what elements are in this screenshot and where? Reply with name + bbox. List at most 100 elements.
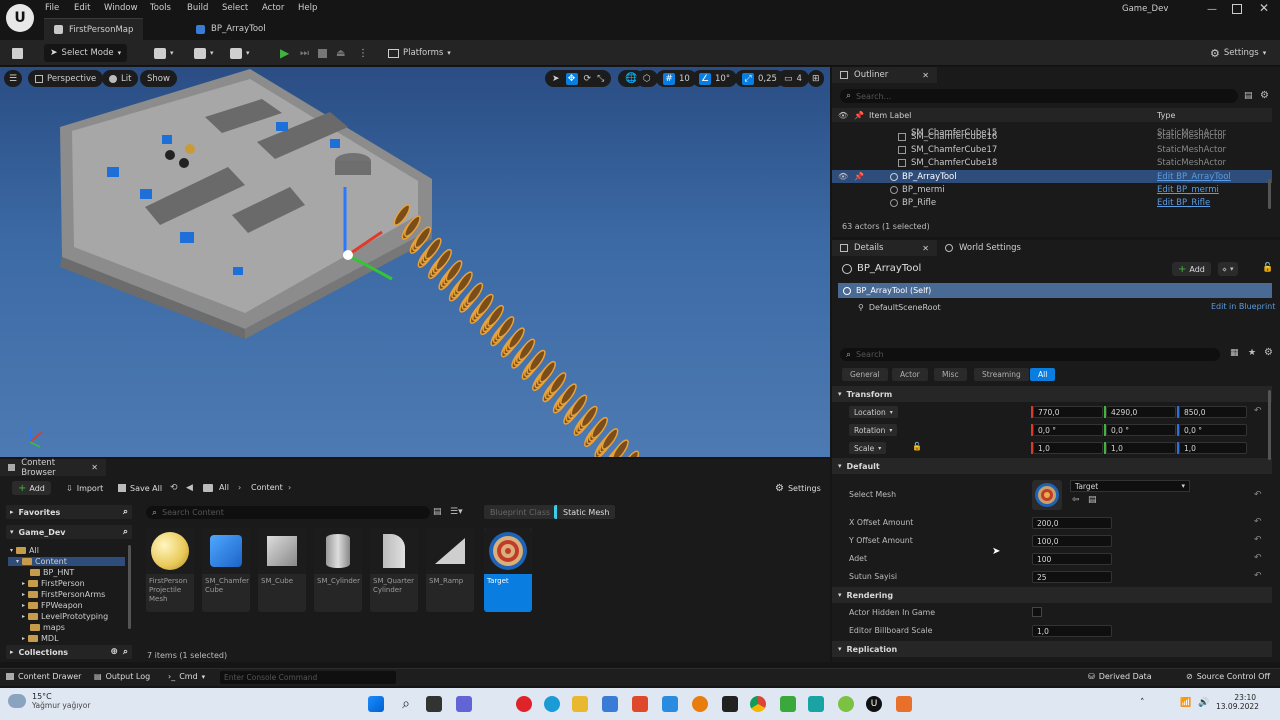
- gear-icon[interactable]: ⚙: [1260, 90, 1269, 101]
- search-icon[interactable]: ⌕: [123, 647, 128, 657]
- photos-icon[interactable]: [662, 696, 678, 712]
- tree-item-folder[interactable]: BP_HNT: [30, 568, 74, 577]
- search-icon[interactable]: ⌕: [123, 527, 128, 537]
- cb-settings-button[interactable]: ⚙ Settings: [775, 481, 821, 495]
- adet-field[interactable]: 100: [1032, 553, 1112, 565]
- menu-select[interactable]: Select: [222, 3, 248, 13]
- asset-tile[interactable]: SM_Quarter Cylinder: [370, 528, 418, 612]
- filter-actor[interactable]: Actor: [892, 368, 928, 381]
- menu-window[interactable]: Window: [104, 3, 138, 13]
- tree-item-folder[interactable]: ▸ FirstPerson: [22, 579, 85, 588]
- weather-widget[interactable]: 15°C Yağmur yağıyor: [8, 692, 90, 710]
- filter-icon[interactable]: ☰▾: [450, 507, 463, 517]
- location-z-field[interactable]: 850,0: [1179, 406, 1247, 418]
- row-type-link[interactable]: Edit BP_Rifle: [1157, 198, 1210, 208]
- filter-all[interactable]: All: [1030, 368, 1056, 381]
- content-drawer-button[interactable]: Content Drawer: [6, 672, 81, 681]
- move-tool-icon[interactable]: ✥: [565, 72, 578, 85]
- tree-item-folder[interactable]: ▸ LevelPrototyping: [22, 612, 108, 621]
- cmd-dropdown[interactable]: ›_ Cmd ▾: [168, 672, 205, 681]
- level-viewport[interactable]: ☰ Perspective Lit Show ➤ ✥ ⟳ ⤡ 🌐 ⬡ # 10 …: [0, 67, 830, 457]
- reset-arrow-icon[interactable]: ↶: [1254, 406, 1262, 416]
- reset-arrow-icon[interactable]: ↶: [1254, 571, 1262, 581]
- history-icon[interactable]: ⟲: [170, 483, 178, 493]
- office-icon[interactable]: [632, 696, 648, 712]
- tab-firstpersonmap[interactable]: FirstPersonMap: [44, 18, 144, 40]
- x-offset-field[interactable]: 200,0: [1032, 517, 1112, 529]
- location-dropdown[interactable]: Location ▾: [849, 406, 898, 418]
- folder-icon[interactable]: [203, 484, 213, 492]
- visibility-icon[interactable]: 👁: [838, 111, 848, 120]
- add-button[interactable]: + Add: [12, 481, 51, 495]
- breadcrumb-content[interactable]: Content: [251, 483, 283, 492]
- menu-help[interactable]: Help: [298, 3, 317, 13]
- menu-edit[interactable]: Edit: [74, 3, 90, 13]
- close-tab-icon[interactable]: ✕: [91, 463, 98, 472]
- lock-icon[interactable]: 🔓: [1262, 263, 1273, 273]
- outliner-row[interactable]: BP_mermi Edit BP_mermi: [832, 183, 1272, 196]
- mesh-select-dropdown[interactable]: Target ▾: [1070, 480, 1190, 492]
- app3-icon[interactable]: [896, 696, 912, 712]
- maya-icon[interactable]: [808, 696, 824, 712]
- section-default[interactable]: ▾ Default: [832, 458, 1272, 474]
- add-actor-button[interactable]: ▾: [148, 44, 180, 62]
- asset-tile[interactable]: SM_Cylinder: [314, 528, 362, 612]
- derived-data-button[interactable]: ⛁ Derived Data: [1088, 672, 1152, 681]
- content-browser-tab[interactable]: Content Browser ✕: [0, 458, 106, 478]
- chat-icon[interactable]: [456, 696, 472, 712]
- pin-icon[interactable]: 📌: [854, 111, 864, 120]
- tray-chevron-icon[interactable]: ˄: [1140, 698, 1145, 708]
- hidden-in-game-checkbox[interactable]: [1032, 607, 1042, 617]
- section-transform[interactable]: ▾ Transform: [832, 386, 1272, 402]
- grid-snap-button[interactable]: # 10: [656, 70, 697, 87]
- app2-icon[interactable]: [838, 696, 854, 712]
- task-view-icon[interactable]: [426, 696, 442, 712]
- scale-dropdown[interactable]: Scale ▾: [849, 442, 887, 454]
- table-view-icon[interactable]: ▦: [1230, 348, 1239, 358]
- menu-tools[interactable]: Tools: [150, 3, 171, 13]
- visibility-icon[interactable]: 👁: [838, 172, 848, 181]
- browse-icon[interactable]: ▤: [1088, 495, 1097, 505]
- reset-arrow-icon[interactable]: ↶: [1254, 517, 1262, 527]
- app-icon[interactable]: [722, 696, 738, 712]
- details-search[interactable]: ⌕ Search: [840, 348, 1220, 361]
- rotation-y-field[interactable]: 0,0 °: [1106, 424, 1176, 436]
- filter-chip-static-mesh[interactable]: Static Mesh: [554, 505, 616, 519]
- cinematics-button[interactable]: ▾: [224, 44, 256, 62]
- tree-item-folder[interactable]: ▸ MDL: [22, 634, 59, 643]
- pin-icon[interactable]: 📌: [854, 172, 864, 181]
- edge-icon[interactable]: [544, 696, 560, 712]
- add-collection-icon[interactable]: ⊕: [110, 647, 118, 657]
- favorites-header[interactable]: ▸ Favorites ⌕: [6, 505, 132, 519]
- source-control-button[interactable]: ⊘ Source Control Off: [1186, 672, 1270, 681]
- tree-item-content[interactable]: ▾ Content: [8, 557, 125, 566]
- clock[interactable]: 23:10 13.09.2022: [1216, 693, 1259, 711]
- asset-tile[interactable]: FirstPerson Projectile Mesh: [146, 528, 194, 612]
- show-button[interactable]: Show: [140, 70, 177, 87]
- add-component-button[interactable]: + Add: [1172, 262, 1211, 276]
- component-root-row[interactable]: ⚲ DefaultSceneRoot: [838, 300, 1272, 314]
- volume-icon[interactable]: 🔊: [1198, 698, 1209, 708]
- project-header[interactable]: ▾ Game_Dev ⌕: [6, 525, 132, 539]
- col-item-label[interactable]: Item Label: [869, 111, 911, 120]
- tree-item-all[interactable]: ▾ All: [10, 546, 39, 555]
- component-self-row[interactable]: BP_ArrayTool (Self): [838, 283, 1272, 298]
- tree-item-folder[interactable]: ▸ FPWeapon: [22, 601, 83, 610]
- settings-button[interactable]: ⚙ Settings ▾: [1204, 44, 1272, 62]
- filter-streaming[interactable]: Streaming: [974, 368, 1029, 381]
- content-search[interactable]: ⌕ Search Content: [146, 506, 430, 519]
- blueprints-button[interactable]: ▾: [188, 44, 220, 62]
- back-icon[interactable]: ◀: [186, 483, 193, 493]
- start-icon[interactable]: [368, 696, 384, 712]
- perspective-button[interactable]: Perspective: [28, 70, 104, 87]
- mesh-thumbnail[interactable]: [1032, 480, 1062, 510]
- filter-general[interactable]: General: [842, 368, 888, 381]
- select-mode-button[interactable]: ➤ Select Mode ▾: [44, 44, 128, 62]
- reset-arrow-icon[interactable]: ↶: [1254, 535, 1262, 545]
- outliner-tab[interactable]: Outliner ✕: [832, 67, 937, 83]
- tree-scrollbar[interactable]: [128, 545, 131, 629]
- world-settings-tab[interactable]: World Settings: [937, 240, 1057, 256]
- wifi-icon[interactable]: 📶: [1180, 698, 1191, 708]
- star-icon[interactable]: ★: [1248, 348, 1256, 358]
- rotation-dropdown[interactable]: Rotation ▾: [849, 424, 898, 436]
